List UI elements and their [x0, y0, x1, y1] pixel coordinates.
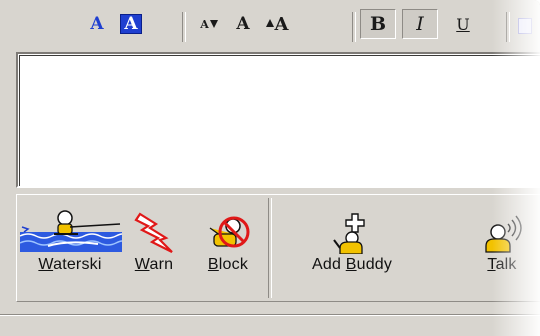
text-color-button[interactable]: A [80, 9, 114, 39]
warn-label: Warn [134, 256, 174, 273]
italic-icon: I [416, 13, 424, 35]
bold-icon: B [369, 13, 387, 35]
italic-button[interactable]: I [402, 9, 438, 39]
waterski-button[interactable]: Waterski [18, 210, 122, 274]
window-divider-highlight [0, 315, 540, 316]
font-smaller-button[interactable]: A [192, 9, 226, 39]
waterski-icon [19, 210, 122, 252]
color-group: A A [80, 8, 148, 40]
text-color-icon: A [90, 14, 104, 34]
block-button[interactable]: Block [204, 210, 252, 274]
underline-icon: U [456, 14, 470, 34]
font-larger-icon: A [265, 14, 288, 35]
toolbar-separator [182, 12, 186, 42]
font-normal-button[interactable]: A [226, 9, 260, 39]
block-icon [209, 216, 250, 248]
toolbar-separator [506, 12, 510, 42]
bold-button[interactable]: B [360, 9, 396, 39]
font-normal-icon: A [236, 14, 250, 34]
add-buddy-button[interactable]: Add Buddy [312, 210, 392, 274]
background-color-button[interactable]: A [114, 9, 148, 39]
im-window: A A A A A B I U Waterski Warn Block Add … [0, 0, 540, 336]
talk-button[interactable]: Talk [478, 210, 526, 274]
toolbar-separator [352, 12, 356, 42]
font-smaller-icon: A [200, 18, 218, 31]
waterski-label: Waterski [38, 256, 102, 273]
message-input[interactable] [16, 52, 540, 188]
action-separator [268, 198, 272, 298]
talk-icon [485, 215, 522, 253]
style-group: B I U [360, 8, 480, 40]
warn-button[interactable]: Warn [132, 210, 176, 274]
block-label: Block [207, 256, 249, 273]
message-input-frame [19, 55, 540, 186]
talk-label: Talk [487, 256, 517, 273]
warn-icon [134, 212, 173, 253]
format-toolbar: A A A A A B I U [0, 4, 540, 44]
insert-link-icon[interactable] [518, 18, 532, 34]
size-group: A A A [192, 8, 294, 40]
underline-button[interactable]: U [446, 9, 480, 39]
bg-color-icon: A [120, 14, 142, 34]
add-buddy-icon [333, 213, 365, 254]
font-larger-button[interactable]: A [260, 9, 294, 39]
add-buddy-label: Add Buddy [312, 256, 393, 273]
